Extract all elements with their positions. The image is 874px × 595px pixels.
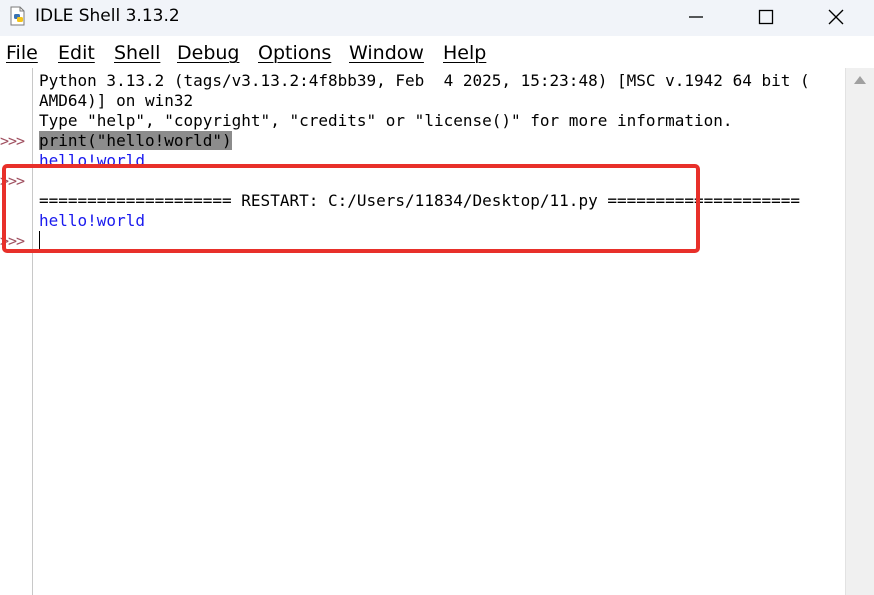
- window-title: IDLE Shell 3.13.2: [35, 6, 180, 26]
- menu-file[interactable]: File: [6, 42, 38, 64]
- shell-text-area[interactable]: Python 3.13.2 (tags/v3.13.2:4f8bb39, Feb…: [34, 68, 844, 595]
- vertical-scrollbar[interactable]: [845, 68, 874, 595]
- banner-line: AMD64)] on win32: [39, 91, 194, 110]
- menu-options[interactable]: Options: [258, 42, 331, 64]
- title-bar: IDLE Shell 3.13.2: [0, 0, 874, 36]
- menu-help[interactable]: Help: [443, 42, 486, 64]
- highlighted-command: print("hello!world"): [39, 131, 232, 150]
- scroll-up-icon[interactable]: [854, 76, 866, 84]
- command-line: print("hello!world"): [39, 131, 232, 151]
- maximize-icon: [758, 9, 774, 25]
- banner-line: Python 3.13.2 (tags/v3.13.2:4f8bb39, Feb…: [39, 71, 810, 90]
- menu-debug[interactable]: Debug: [177, 42, 239, 64]
- python-file-icon: [10, 6, 25, 26]
- annotation-highlight-box: [2, 164, 700, 253]
- menu-window[interactable]: Window: [349, 42, 424, 64]
- minimize-icon: [689, 16, 703, 18]
- close-icon: [828, 9, 844, 25]
- prompt-marker: >>>: [0, 132, 25, 150]
- menu-shell[interactable]: Shell: [114, 42, 160, 64]
- banner-line: Type "help", "copyright", "credits" or "…: [39, 111, 733, 130]
- minimize-button[interactable]: [673, 0, 719, 34]
- close-button[interactable]: [813, 0, 859, 34]
- maximize-button[interactable]: [743, 0, 789, 34]
- menu-bar: File Edit Shell Debug Options Window Hel…: [0, 36, 874, 68]
- menu-edit[interactable]: Edit: [58, 42, 95, 64]
